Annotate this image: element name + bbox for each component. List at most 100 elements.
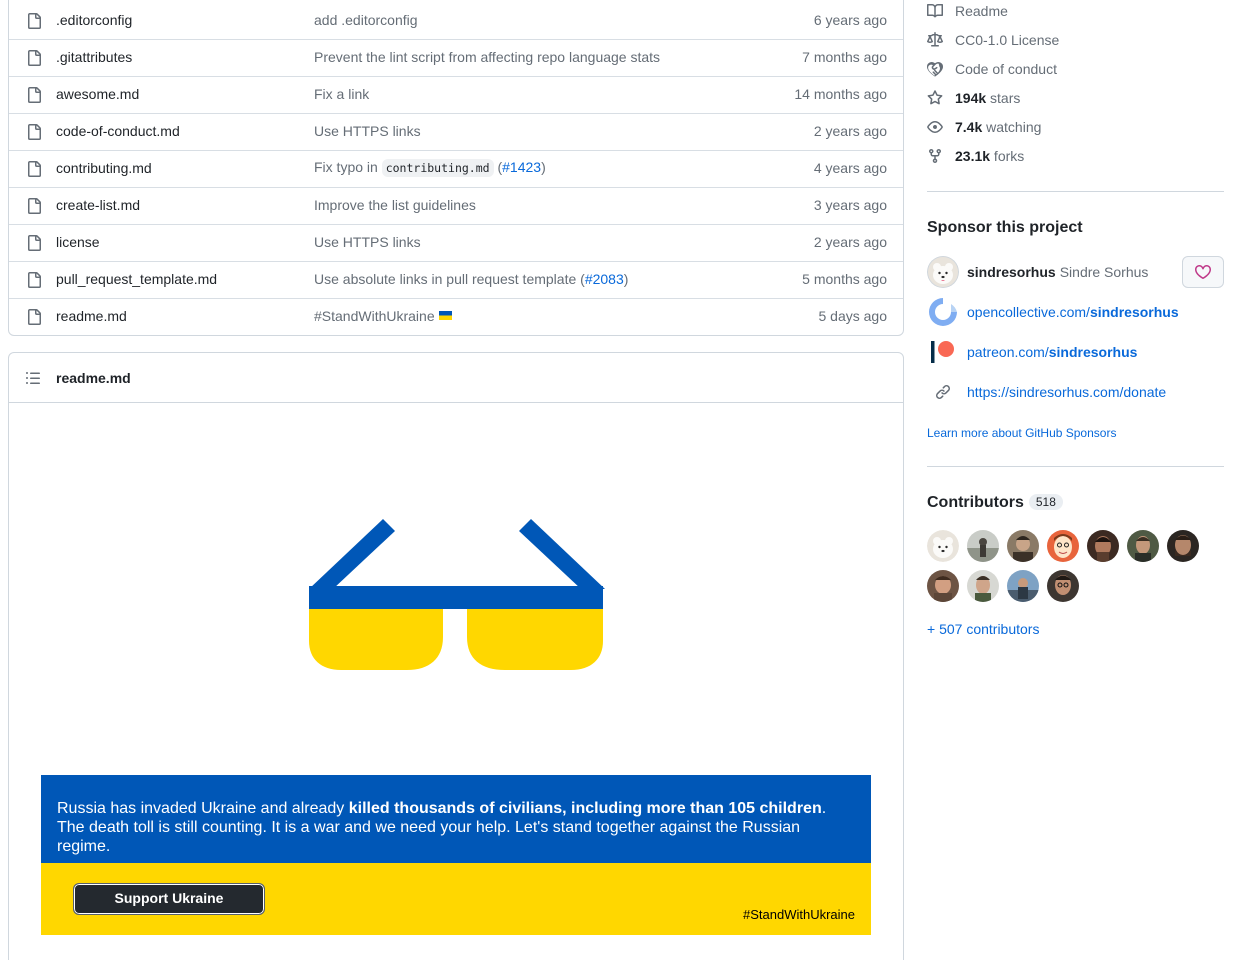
pull-request-link[interactable]: #2083	[585, 271, 624, 287]
banner-text: .	[821, 800, 827, 817]
contributor-avatar[interactable]	[1007, 530, 1039, 562]
commit-message[interactable]: Improve the list guidelines	[314, 197, 476, 214]
custom-sponsor-row[interactable]: https://sindresorhus.com/donate	[927, 376, 1166, 408]
commit-message[interactable]: Fix a link	[314, 86, 369, 103]
commit-message-text[interactable]: Fix typo in	[314, 159, 382, 175]
patreon-user[interactable]: sindresorhus	[1049, 344, 1138, 360]
code-of-conduct-label: Code of conduct	[955, 61, 1057, 77]
file-name[interactable]: contributing.md	[56, 160, 152, 177]
file-row[interactable]: .gitattributes Prevent the lint script f…	[9, 39, 903, 76]
commit-message: Fix typo in contributing.md (#1423)	[314, 159, 546, 177]
ukraine-flag-icon	[438, 311, 452, 320]
commit-message[interactable]: Prevent the lint script from affecting r…	[314, 49, 660, 66]
file-row[interactable]: create-list.md Improve the list guidelin…	[9, 187, 903, 224]
opencollective-link[interactable]: opencollective.com/sindresorhus	[967, 304, 1179, 320]
file-name[interactable]: .gitattributes	[56, 49, 132, 66]
sidebar-divider	[927, 191, 1224, 192]
learn-more-sponsors-link[interactable]: Learn more about GitHub Sponsors	[927, 426, 1116, 440]
opencollective-user[interactable]: sindresorhus	[1090, 304, 1179, 320]
more-contributors-link[interactable]: + 507 contributors	[927, 621, 1039, 637]
file-row[interactable]: pull_request_template.md Use absolute li…	[9, 261, 903, 298]
law-icon	[927, 32, 943, 47]
sponsor-avatar[interactable]	[927, 256, 959, 288]
commit-age: 2 years ago	[813, 234, 887, 250]
contributor-avatar[interactable]	[1167, 530, 1199, 562]
commit-message-code: contributing.md	[381, 159, 494, 177]
file-name[interactable]: readme.md	[56, 308, 127, 325]
file-name[interactable]: pull_request_template.md	[56, 271, 217, 288]
book-icon	[927, 3, 943, 18]
stars-link[interactable]: 194k stars	[927, 88, 1020, 108]
readme-header: readme.md	[9, 353, 903, 403]
patreon-logo	[927, 336, 959, 368]
sponsor-login[interactable]: sindresorhus	[967, 264, 1056, 280]
code-of-conduct-icon	[927, 61, 943, 77]
sponsor-title[interactable]: Sponsor this project	[927, 219, 1083, 237]
file-row[interactable]: readme.md #StandWithUkraine 5 days ago	[9, 298, 903, 335]
contributor-avatar[interactable]	[1087, 530, 1119, 562]
file-row[interactable]: contributing.md Fix typo in contributing…	[9, 150, 903, 187]
patreon-domain[interactable]: patreon.com/	[967, 344, 1049, 360]
file-icon	[28, 198, 41, 214]
commit-age: 5 months ago	[802, 271, 887, 287]
stand-with-ukraine-banner[interactable]: Russia has invaded Ukraine and already k…	[41, 775, 871, 935]
readme-link[interactable]: Readme	[927, 1, 1008, 21]
file-name[interactable]: awesome.md	[56, 86, 139, 103]
banner-footer: Support Ukraine #StandWithUkraine	[41, 863, 871, 935]
commit-message-text[interactable]: Use absolute links in pull request templ…	[314, 271, 585, 287]
commit-age: 14 months ago	[794, 86, 887, 102]
watchers-link[interactable]: 7.4k watching	[927, 117, 1041, 137]
file-row[interactable]: license Use HTTPS links 2 years ago	[9, 224, 903, 261]
commit-message-text[interactable]: #StandWithUkraine	[314, 308, 435, 324]
commit-message[interactable]: Use HTTPS links	[314, 123, 421, 140]
contributor-avatar[interactable]	[1007, 570, 1039, 602]
stars-count: 194k	[955, 90, 987, 106]
contributor-avatar[interactable]	[967, 530, 999, 562]
contributors-label[interactable]: Contributors	[927, 494, 1024, 511]
stars-text: stars	[986, 90, 1021, 106]
banner-text: The death toll is still counting. It is …	[57, 819, 801, 855]
patreon-row[interactable]: patreon.com/sindresorhus	[927, 336, 1137, 368]
file-name[interactable]: license	[56, 234, 100, 251]
file-icon	[28, 124, 41, 140]
license-label: CC0-1.0 License	[955, 32, 1060, 48]
readme-title[interactable]: readme.md	[56, 370, 131, 386]
sponsor-user-row[interactable]: sindresorhus Sindre Sorhus	[927, 256, 1148, 288]
commit-message[interactable]: add .editorconfig	[314, 12, 418, 29]
contributor-avatar[interactable]	[1047, 530, 1079, 562]
file-name[interactable]: create-list.md	[56, 197, 140, 214]
file-row[interactable]: code-of-conduct.md Use HTTPS links 2 yea…	[9, 113, 903, 150]
file-icon	[28, 13, 41, 29]
contributor-avatar[interactable]	[927, 570, 959, 602]
opencollective-domain[interactable]: opencollective.com/	[967, 304, 1090, 320]
forks-count: 23.1k	[955, 148, 991, 164]
commit-message[interactable]: Use HTTPS links	[314, 234, 421, 251]
contributor-avatar[interactable]	[967, 570, 999, 602]
file-name[interactable]: code-of-conduct.md	[56, 123, 180, 140]
commit-age: 4 years ago	[813, 160, 887, 176]
commit-age: 2 years ago	[813, 123, 887, 139]
banner-message: Russia has invaded Ukraine and already k…	[41, 775, 871, 863]
file-icon	[28, 87, 41, 103]
custom-donate-link[interactable]: https://sindresorhus.com/donate	[967, 384, 1166, 400]
file-icon	[28, 235, 41, 251]
file-name[interactable]: .editorconfig	[56, 12, 132, 29]
list-unordered-icon[interactable]	[25, 370, 41, 386]
file-row[interactable]: awesome.md Fix a link 14 months ago	[9, 76, 903, 113]
star-icon	[927, 90, 943, 105]
contributor-avatar[interactable]	[1047, 570, 1079, 602]
contributor-avatar[interactable]	[927, 530, 959, 562]
forks-text: forks	[990, 148, 1025, 164]
support-ukraine-button[interactable]: Support Ukraine	[73, 883, 265, 915]
contributors-title[interactable]: Contributors 518	[927, 494, 1063, 512]
sponsor-heart-button[interactable]	[1182, 256, 1224, 288]
pull-request-link[interactable]: #1423	[502, 159, 541, 175]
file-row[interactable]: .editorconfig add .editorconfig 6 years …	[9, 0, 903, 39]
code-of-conduct-link[interactable]: Code of conduct	[927, 59, 1057, 79]
license-link[interactable]: CC0-1.0 License	[927, 30, 1059, 50]
readme-label: Readme	[955, 3, 1008, 19]
opencollective-row[interactable]: opencollective.com/sindresorhus	[927, 296, 1179, 328]
contributor-avatar[interactable]	[1127, 530, 1159, 562]
forks-link[interactable]: 23.1k forks	[927, 146, 1024, 166]
patreon-link[interactable]: patreon.com/sindresorhus	[967, 344, 1137, 360]
